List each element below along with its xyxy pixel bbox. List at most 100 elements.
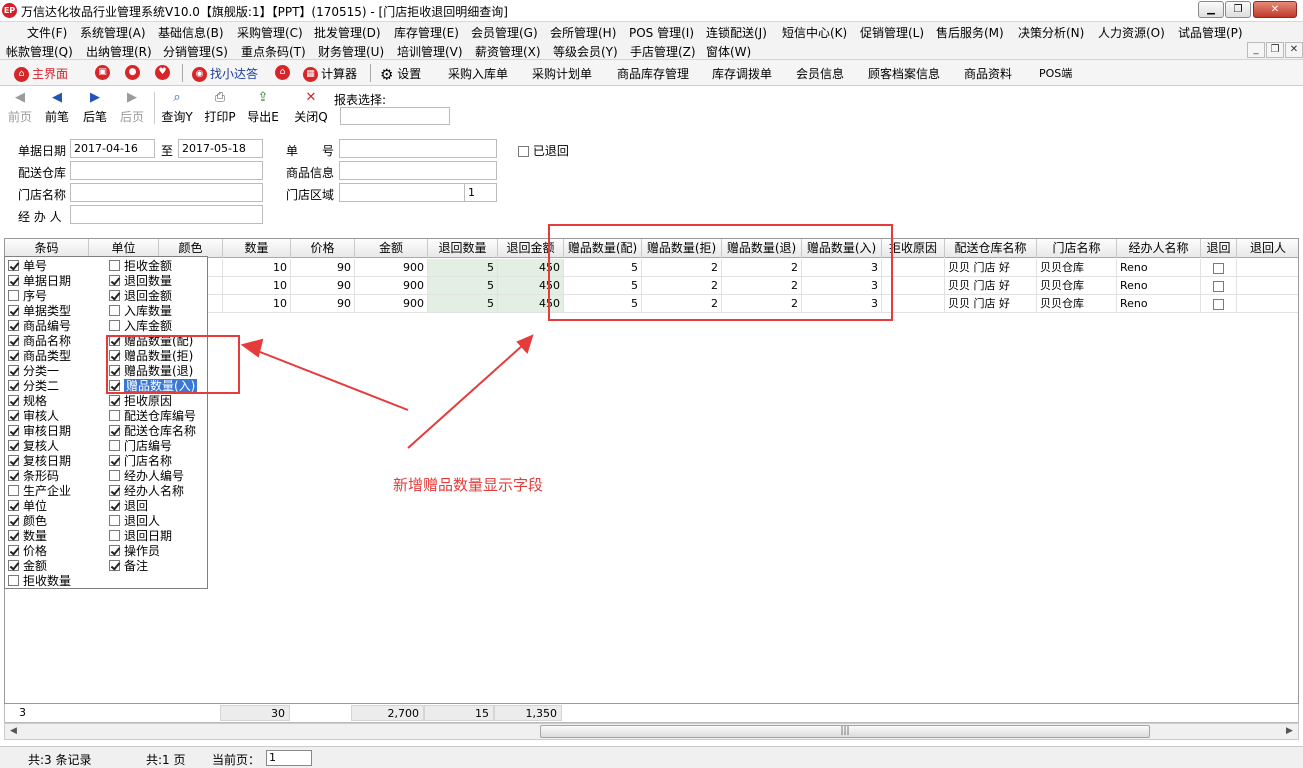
column-option[interactable]: 拒收数量 [8,574,71,589]
scroll-right-icon[interactable]: ▶ [1282,725,1297,738]
checkbox-icon[interactable] [109,410,120,421]
column-header[interactable]: 退回 [1201,239,1237,258]
column-option[interactable]: 经办人编号 [109,469,184,484]
export-button[interactable]: ⇪ 导出E [243,90,283,125]
column-option[interactable]: 单号 [8,259,47,274]
menu-item[interactable]: 短信中心(K) [782,24,847,41]
menu-item[interactable]: 售后服务(M) [936,24,1004,41]
checkbox-icon[interactable] [109,260,120,271]
column-option[interactable]: 备注 [109,559,148,574]
column-option[interactable]: 退回人 [109,514,160,529]
menu-item[interactable]: 会员管理(G) [471,24,538,41]
checkbox-icon[interactable] [8,560,19,571]
menu-item[interactable]: 分销管理(S) [163,43,228,60]
menu-item[interactable]: 出纳管理(R) [86,43,152,60]
checkbox-icon[interactable] [8,410,19,421]
menu-item[interactable]: 薪资管理(X) [475,43,541,60]
column-header[interactable]: 数量 [223,239,291,258]
column-option[interactable]: 数量 [8,529,47,544]
find-xiaoda-button[interactable]: ◉ 找小达答 [192,65,258,82]
checkbox-icon[interactable] [109,545,120,556]
restore-button[interactable]: ❐ [1225,1,1251,18]
scroll-left-icon[interactable]: ◀ [6,725,21,738]
checkbox-icon[interactable] [8,305,19,316]
lock-button[interactable]: ▣ [95,65,113,80]
menu-item[interactable]: 试品管理(P) [1178,24,1243,41]
column-option[interactable]: 商品编号 [8,319,71,334]
column-option[interactable]: 拒收金额 [109,259,172,274]
checkbox-icon[interactable] [109,485,120,496]
menu-item[interactable]: 采购管理(C) [237,24,303,41]
help-button[interactable]: ♥ [155,65,173,80]
mdi-minimize-button[interactable]: _ [1247,42,1265,58]
column-option[interactable]: 商品类型 [8,349,71,364]
calculator-button[interactable]: ▦ 计算器 [303,65,357,82]
checkbox-icon[interactable] [109,440,120,451]
column-option[interactable]: 门店编号 [109,439,172,454]
column-option[interactable]: 门店名称 [109,454,172,469]
column-option[interactable]: 退回 [109,499,148,514]
checkbox-icon[interactable] [109,500,120,511]
column-option[interactable]: 入库数量 [109,304,172,319]
column-option[interactable]: 入库金额 [109,319,172,334]
menu-item[interactable]: 人力资源(O) [1098,24,1165,41]
checkbox-icon[interactable] [8,335,19,346]
column-option[interactable]: 退回金额 [109,289,172,304]
returned-checkbox[interactable] [1213,298,1224,310]
checkbox-icon[interactable] [109,425,120,436]
checkbox-icon[interactable] [109,470,120,481]
column-option[interactable]: 单位 [8,499,47,514]
quick-item[interactable]: 会员信息 [796,65,844,82]
checkbox-icon[interactable] [8,470,19,481]
handler-input[interactable] [70,205,263,224]
checkbox-icon[interactable] [8,275,19,286]
checkbox-icon[interactable] [109,530,120,541]
scroll-thumb[interactable]: ||| [540,725,1150,738]
quick-item[interactable]: 商品资料 [964,65,1012,82]
checkbox-icon[interactable] [8,485,19,496]
date-from-input[interactable]: 2017-04-16 [70,139,155,158]
last-page-button[interactable]: ▶ 后页 [112,90,152,125]
horizontal-scrollbar[interactable]: ◀ ||| ▶ [4,723,1299,740]
checkbox-icon[interactable] [8,425,19,436]
quick-item[interactable]: 顾客档案信息 [868,65,940,82]
menu-item[interactable]: 批发管理(D) [314,24,381,41]
column-option[interactable]: 单据日期 [8,274,71,289]
column-option[interactable]: 条形码 [8,469,59,484]
column-header[interactable]: 经办人名称 [1117,239,1201,258]
menu-item[interactable]: 系统管理(A) [80,24,146,41]
column-header[interactable]: 门店名称 [1037,239,1117,258]
column-option[interactable]: 金额 [8,559,47,574]
checkbox-icon[interactable] [8,545,19,556]
checkbox-icon[interactable] [109,275,120,286]
query-button[interactable]: ⌕ 查询Y [157,90,197,125]
checkbox-icon[interactable] [109,395,120,406]
checkbox-icon[interactable] [109,320,120,331]
checkbox-icon[interactable] [109,455,120,466]
checkbox-icon[interactable] [8,395,19,406]
main-screen-button[interactable]: ⌂ 主界面 [14,65,68,82]
checkbox-icon[interactable] [109,515,120,526]
menu-item[interactable]: 帐款管理(Q) [6,43,73,60]
returned-checkbox[interactable]: 已退回 [518,142,569,159]
menu-item[interactable]: 促销管理(L) [860,24,924,41]
checkbox-icon[interactable] [8,380,19,391]
prev-record-button[interactable]: ◀ 前笔 [37,90,77,125]
warehouse-input[interactable] [70,161,263,180]
checkbox-icon[interactable] [8,440,19,451]
mdi-close-button[interactable]: ✕ [1285,42,1303,58]
column-option[interactable]: 生产企业 [8,484,71,499]
menu-item[interactable]: 会所管理(H) [550,24,616,41]
checkbox-icon[interactable] [8,320,19,331]
menu-item[interactable]: POS 管理(I) [629,24,694,41]
checkbox-icon[interactable] [109,305,120,316]
column-option[interactable]: 审核人 [8,409,59,424]
column-option[interactable]: 单据类型 [8,304,71,319]
menu-item[interactable]: 基础信息(B) [158,24,224,41]
store-input[interactable] [70,183,263,202]
area-code-input[interactable]: 1 [464,183,497,202]
column-option[interactable]: 审核日期 [8,424,71,439]
menu-item[interactable]: 窗体(W) [706,43,751,60]
product-input[interactable] [339,161,497,180]
menu-item[interactable]: 等级会员(Y) [553,43,618,60]
